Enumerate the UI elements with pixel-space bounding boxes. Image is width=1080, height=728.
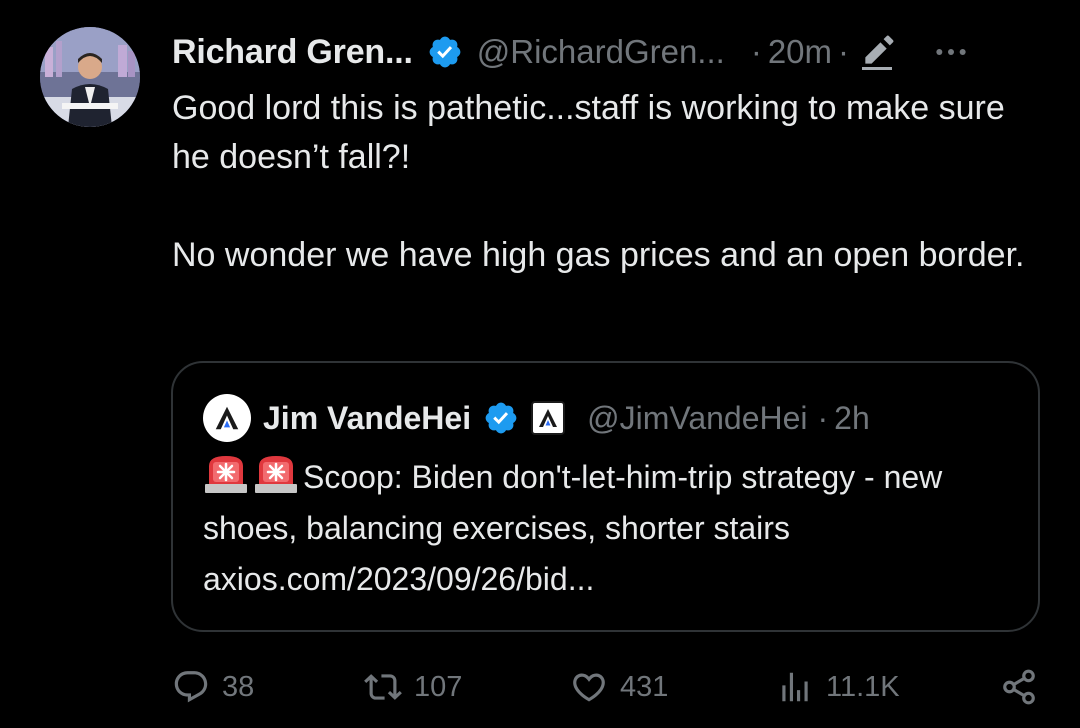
author-photo <box>40 27 140 127</box>
share-icon <box>1003 669 1035 705</box>
quoted-tweet-link[interactable]: axios.com/2023/09/26/bid... <box>203 561 594 597</box>
author-name[interactable]: Richard Gren... <box>172 33 413 72</box>
tweet-body: Good lord this is pathetic...staff is wo… <box>172 84 1042 280</box>
siren-emoji-icon <box>255 456 297 493</box>
axios-logo-icon <box>539 409 558 427</box>
quoted-tweet-time[interactable]: 2h <box>834 400 870 437</box>
axios-logo-icon <box>215 406 239 430</box>
tweet-time[interactable]: 20m <box>768 33 832 71</box>
repost-button[interactable]: 107 <box>364 662 462 712</box>
reply-button[interactable]: 38 <box>172 662 254 712</box>
edited-pencil-icon[interactable] <box>857 32 897 72</box>
repost-count: 107 <box>414 670 463 703</box>
siren-emoji-icon <box>205 456 247 493</box>
quoted-tweet-text: Scoop: Biden don't-let-him-trip strategy… <box>203 452 1023 605</box>
quoted-tweet-card[interactable]: Jim VandeHei @JimVandeHei · 2h Scoop: Bi… <box>171 361 1040 632</box>
separator-dot: · <box>838 33 850 70</box>
more-options-icon[interactable] <box>931 32 971 72</box>
repost-icon <box>364 674 402 700</box>
tweet-header: Richard Gren... @RichardGren... · 20m · <box>172 26 1040 78</box>
quoted-tweet-main-text: Scoop: Biden don't-let-him-trip strategy… <box>203 459 943 546</box>
quoted-author-name[interactable]: Jim VandeHei <box>263 400 471 437</box>
share-button[interactable] <box>1000 662 1050 712</box>
verified-badge-icon[interactable] <box>483 400 519 436</box>
views-count: 11.1K <box>826 670 900 703</box>
author-handle[interactable]: @RichardGren... <box>477 33 725 71</box>
quoted-author-handle[interactable]: @JimVandeHei <box>587 400 807 437</box>
verified-badge-icon[interactable] <box>427 34 463 70</box>
quoted-tweet-header: Jim VandeHei @JimVandeHei · 2h <box>203 393 1018 443</box>
like-count: 431 <box>620 670 669 703</box>
like-button[interactable]: 431 <box>570 662 668 712</box>
tweet[interactable]: Richard Gren... @RichardGren... · 20m · … <box>0 0 1080 728</box>
separator-dot: · <box>750 33 762 70</box>
tweet-text: Good lord this is pathetic...staff is wo… <box>172 89 1025 274</box>
reply-icon <box>174 671 208 703</box>
views-chart-icon <box>782 672 808 702</box>
affiliation-badge-icon[interactable] <box>531 401 566 435</box>
quoted-author-avatar[interactable] <box>203 394 251 442</box>
heart-icon <box>573 673 605 702</box>
views-button[interactable]: 11.1K <box>776 662 900 712</box>
reply-count: 38 <box>222 670 255 703</box>
author-avatar[interactable] <box>40 27 140 127</box>
tweet-actions: 38 107 431 11.1K <box>172 662 1042 712</box>
separator-dot: · <box>817 399 829 436</box>
